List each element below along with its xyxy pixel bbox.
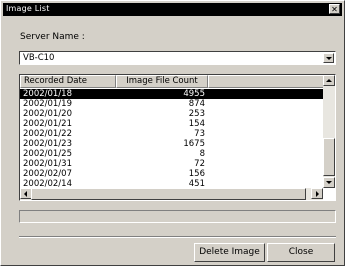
table-row[interactable]: 2002/01/19 874 [20, 99, 324, 109]
table-row[interactable]: 2002/01/21 154 [20, 119, 324, 129]
title-bar: Image List ✕ [3, 3, 342, 16]
horizontal-scroll-thumb[interactable] [31, 188, 306, 200]
column-header-empty [208, 75, 324, 88]
progress-bar [19, 210, 336, 223]
table-row[interactable]: 2002/01/31 72 [20, 159, 324, 169]
image-list-dialog: Image List ✕ Server Name : VB-C10 Record… [0, 0, 345, 266]
divider [19, 236, 336, 238]
scroll-right-icon[interactable] [311, 188, 323, 199]
delete-image-button[interactable]: Delete Image [194, 243, 265, 262]
chevron-down-icon[interactable] [323, 53, 334, 63]
table-row[interactable]: 2002/01/22 73 [20, 129, 324, 139]
server-name-label: Server Name : [20, 32, 85, 42]
close-button[interactable]: Close [267, 243, 335, 262]
vertical-scrollbar[interactable] [323, 75, 335, 188]
close-icon[interactable]: ✕ [329, 4, 340, 14]
column-header-recorded-date[interactable]: Recorded Date [20, 75, 116, 88]
server-name-value: VB-C10 [23, 53, 55, 63]
scroll-down-icon[interactable] [323, 177, 335, 188]
vertical-scroll-thumb[interactable] [323, 138, 335, 176]
scroll-up-icon[interactable] [323, 75, 335, 86]
table-row[interactable]: 2002/01/18 4955 [20, 89, 324, 99]
table-row[interactable]: 2002/01/25 8 [20, 149, 324, 159]
server-name-select[interactable]: VB-C10 [19, 51, 336, 65]
image-list-table[interactable]: Recorded Date Image File Count 2002/01/1… [19, 74, 336, 201]
column-header-image-file-count[interactable]: Image File Count [116, 75, 208, 88]
table-row[interactable]: 2002/01/23 1675 [20, 139, 324, 149]
horizontal-scrollbar[interactable] [20, 188, 323, 200]
table-row[interactable]: 2002/01/20 253 [20, 109, 324, 119]
table-rows: 2002/01/18 4955 2002/01/19 874 2002/01/20 2… [20, 89, 324, 189]
table-row[interactable]: 2002/02/07 156 [20, 169, 324, 179]
window-title: Image List [6, 4, 50, 13]
